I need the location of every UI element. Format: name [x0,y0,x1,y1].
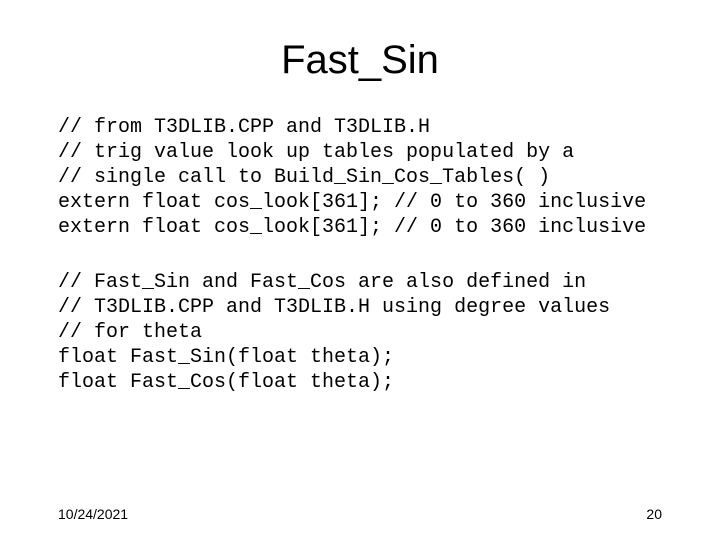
slide-title: Fast_Sin [0,0,720,101]
slide: Fast_Sin // from T3DLIB.CPP and T3DLIB.H… [0,0,720,540]
code-block-2: // Fast_Sin and Fast_Cos are also define… [0,270,720,395]
code-block-1: // from T3DLIB.CPP and T3DLIB.H // trig … [0,115,720,240]
footer-date: 10/24/2021 [58,506,128,522]
footer: 10/24/2021 20 [0,506,720,522]
footer-page-number: 20 [646,506,662,522]
